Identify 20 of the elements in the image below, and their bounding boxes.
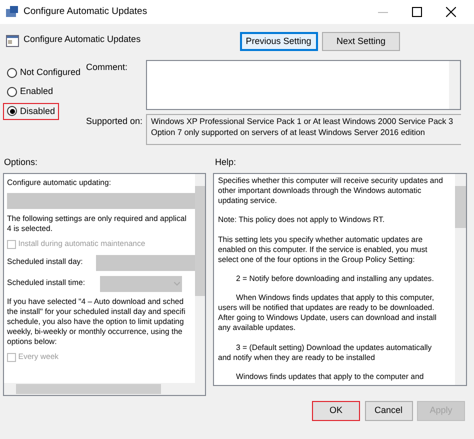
options-label: Options: bbox=[4, 157, 39, 169]
nav-button[interactable]: Next Setting bbox=[322, 32, 400, 51]
window-title: Configure Automatic Updates bbox=[24, 6, 148, 18]
scroll-thumb[interactable] bbox=[195, 186, 205, 296]
setting-title: Configure Automatic Updates bbox=[24, 34, 141, 46]
dialog-button[interactable]: Cancel bbox=[364, 401, 412, 421]
radio-option[interactable]: Enabled bbox=[3, 83, 58, 100]
horizontal-scroll-thumb[interactable] bbox=[16, 384, 161, 394]
supported-on-label: Supported on: bbox=[86, 116, 144, 128]
help-label: Help: bbox=[215, 157, 236, 169]
scroll-thumb[interactable] bbox=[455, 186, 466, 228]
dialog-button[interactable]: OK bbox=[312, 401, 360, 421]
close-icon[interactable] bbox=[446, 7, 456, 17]
nav-button[interactable]: Previous Setting bbox=[240, 32, 318, 51]
maximize-icon[interactable] bbox=[412, 7, 422, 17]
settings-page-icon bbox=[6, 35, 19, 47]
radio-option[interactable]: Disabled bbox=[3, 102, 60, 120]
radio-option[interactable]: Not Configured bbox=[3, 64, 85, 82]
comment-label: Comment: bbox=[86, 62, 129, 74]
comment-field[interactable] bbox=[146, 60, 461, 110]
